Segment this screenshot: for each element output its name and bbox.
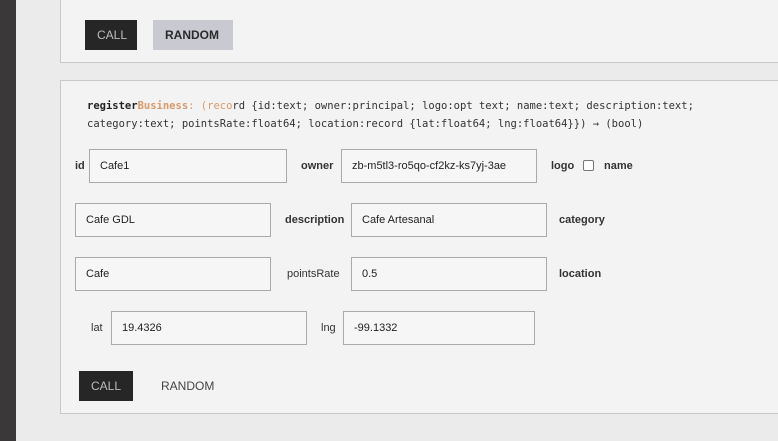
name-input[interactable] [75, 203, 271, 237]
method-name-part1: register [87, 100, 138, 112]
signature-line2: category:text; pointsRate:float64; locat… [87, 118, 644, 130]
lng-input[interactable] [343, 311, 535, 345]
canister-ui-screen: CALL RANDOM registerBusiness: (record {i… [16, 0, 778, 441]
call-button[interactable]: CALL [79, 371, 133, 401]
id-input[interactable] [89, 149, 287, 183]
logo-checkbox[interactable] [583, 160, 594, 171]
owner-label: owner [301, 160, 334, 172]
lng-label: lng [321, 322, 336, 334]
category-input[interactable] [75, 257, 271, 291]
id-label: id [75, 160, 85, 172]
lat-label: lat [91, 322, 103, 334]
logo-label: logo [551, 160, 575, 172]
category-label: category [559, 214, 605, 226]
previous-call-button[interactable]: CALL [85, 20, 137, 50]
register-business-card: registerBusiness: (record {id:text; owne… [60, 80, 778, 414]
location-label: location [559, 268, 602, 280]
previous-random-button[interactable]: RANDOM [153, 20, 233, 50]
signature-prefix: : ( [188, 100, 208, 112]
method-name-part2: Business [137, 100, 189, 112]
previous-method-card: CALL RANDOM [60, 0, 778, 63]
method-signature: registerBusiness: (record {id:text; owne… [87, 97, 777, 133]
pointsrate-input[interactable] [351, 257, 547, 291]
pointsrate-label: pointsRate [287, 268, 340, 280]
random-button[interactable]: RANDOM [149, 371, 229, 401]
signature-record-keyword: reco [207, 100, 233, 112]
lat-input[interactable] [111, 311, 307, 345]
signature-line1-rest: rd {id:text; owner:principal; logo:opt t… [232, 100, 694, 112]
name-label: name [604, 160, 633, 172]
description-label: description [285, 214, 345, 226]
description-input[interactable] [351, 203, 547, 237]
owner-input[interactable] [341, 149, 537, 183]
